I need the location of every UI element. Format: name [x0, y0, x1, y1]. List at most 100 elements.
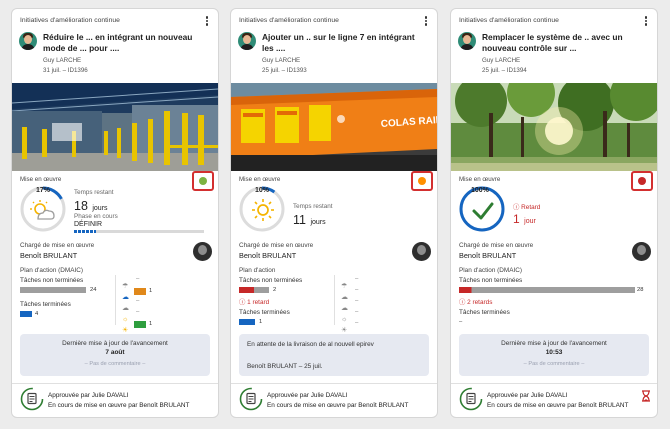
initiative-category: Initiatives d'amélioration continue	[459, 17, 559, 24]
non-term-label: Tâches non terminées	[459, 277, 523, 284]
approved-by: Approuvée par Julie DAVALI	[487, 392, 568, 399]
charge-name[interactable]: Benoît BRULANT	[459, 251, 516, 260]
responsible-avatar	[632, 242, 651, 261]
weather-breakdown: ☂ – ☁ – ☁ – ☼ – ☀ –	[341, 276, 359, 334]
last-update-box[interactable]: Dernière mise à jour de l'avancement 10:…	[459, 334, 649, 376]
time-remaining-label: Temps restant	[74, 189, 114, 196]
term-label: Tâches terminées	[459, 309, 510, 316]
status-indicator[interactable]	[411, 171, 433, 191]
non-term-label: Tâches non terminées	[239, 277, 303, 284]
green-flag	[134, 321, 146, 328]
charge-name[interactable]: Benoît BRULANT	[20, 251, 77, 260]
time-remaining-value: 11 jours	[293, 213, 326, 227]
initiative-title[interactable]: Réduire le ... en intégrant un nouveau m…	[43, 32, 208, 54]
update-title: Dernière mise à jour de l'avancement	[501, 340, 607, 347]
in-progress-by: En cours de mise en œuvre par Benoît BRU…	[487, 402, 629, 409]
divider	[334, 275, 335, 325]
update-text: En attente de la livraison de al nouvell…	[247, 341, 374, 348]
warning-icon: ⓘ	[459, 299, 466, 306]
term-count: –	[459, 319, 463, 325]
phase-label: Phase en cours	[74, 213, 118, 220]
mise-en-oeuvre-label: Mise en œuvre	[20, 176, 62, 183]
mise-en-oeuvre-label: Mise en œuvre	[459, 176, 501, 183]
non-term-count: 2	[273, 287, 277, 293]
update-by: Benoît BRULANT – 25 juil.	[247, 363, 323, 370]
time-remaining-label: Temps restant	[293, 203, 333, 210]
divider	[115, 275, 116, 325]
author-avatar	[458, 32, 476, 50]
author-name: Guy LARCHE	[482, 57, 521, 64]
status-indicator[interactable]	[192, 171, 214, 191]
author-name: Guy LARCHE	[262, 57, 301, 64]
author-name: Guy LARCHE	[43, 57, 82, 64]
author-avatar	[19, 32, 37, 50]
plan-label: Plan d'action (DMAIC)	[459, 267, 523, 274]
last-update-box[interactable]: En attente de la livraison de al nouvell…	[239, 334, 429, 376]
warning-icon: ⓘ	[239, 299, 246, 306]
approval-icon	[459, 387, 483, 411]
charge-label: Chargé de mise en œuvre	[20, 242, 95, 249]
sun-icon	[251, 198, 275, 222]
author-avatar	[238, 32, 256, 50]
plan-label: Plan d'action	[239, 267, 276, 274]
update-comment: – Pas de commentaire –	[523, 361, 585, 367]
update-comment: – Pas de commentaire –	[84, 361, 146, 367]
approval-icon	[239, 387, 263, 411]
plan-label: Plan d'action (DMAIC)	[20, 267, 84, 274]
divider	[231, 383, 437, 384]
retard-warning: ⓘ 1 retard	[239, 299, 270, 306]
weather-breakdown: ☂ – ☁ 1 ☁ – ☼ – ☀ 1	[122, 276, 153, 334]
charge-name[interactable]: Benoît BRULANT	[239, 251, 296, 260]
date-id: 25 juil. – ID1393	[262, 67, 307, 74]
term-label: Tâches terminées	[239, 309, 290, 316]
sun-small-icon: ☀	[122, 327, 129, 334]
initiative-card[interactable]: Initiatives d'amélioration continue Rédu…	[11, 8, 219, 418]
more-options-icon[interactable]	[421, 14, 431, 28]
hourglass-icon	[641, 389, 651, 402]
date-id: 31 juil. – ID1396	[43, 67, 88, 74]
responsible-avatar	[193, 242, 212, 261]
progress-percent: 10%	[255, 187, 270, 194]
last-update-box[interactable]: Dernière mise à jour de l'avancement 7 a…	[20, 334, 210, 376]
sun-small-icon: ☀	[341, 327, 348, 334]
more-options-icon[interactable]	[641, 14, 651, 28]
update-value: 10:53	[545, 349, 563, 356]
initiative-photo	[12, 83, 218, 171]
sun-cloud-icon	[30, 200, 56, 222]
term-bar	[239, 319, 255, 325]
update-title: Dernière mise à jour de l'avancement	[62, 340, 168, 347]
non-term-label: Tâches non terminées	[20, 277, 84, 284]
update-value: 7 août	[105, 349, 125, 356]
approval-icon	[20, 387, 44, 411]
orange-flag	[134, 288, 146, 295]
initiative-title[interactable]: Remplacer le système de .. avec un nouve…	[482, 32, 647, 54]
non-term-bar	[239, 287, 269, 293]
initiative-card[interactable]: Initiatives d'amélioration continue Remp…	[450, 8, 658, 418]
more-options-icon[interactable]	[202, 14, 212, 28]
phase-value: DÉFINIR	[74, 221, 102, 228]
term-count: 1	[259, 319, 263, 325]
initiative-category: Initiatives d'amélioration continue	[239, 17, 339, 24]
non-term-bar	[20, 287, 86, 293]
retard-warning: ⓘ 2 retards	[459, 299, 493, 306]
charge-label: Chargé de mise en œuvre	[459, 242, 534, 249]
progress-percent: 17%	[36, 187, 51, 194]
non-term-count: 28	[637, 287, 644, 293]
term-bar	[20, 311, 32, 317]
initiative-card[interactable]: Initiatives d'amélioration continue Ajou…	[230, 8, 438, 418]
date-id: 25 juil. – ID1394	[482, 67, 527, 74]
initiative-photo	[451, 83, 657, 171]
initiative-photo: COLAS RAIL	[231, 83, 437, 171]
check-icon	[471, 200, 495, 222]
divider	[451, 383, 657, 384]
retard-value: 1 jour	[513, 212, 536, 226]
charge-label: Chargé de mise en œuvre	[239, 242, 314, 249]
term-count: 4	[35, 311, 39, 317]
non-term-count: 24	[90, 287, 97, 293]
progress-percent: 100%	[471, 187, 489, 194]
approved-by: Approuvée par Julie DAVALI	[267, 392, 348, 399]
status-indicator[interactable]	[631, 171, 653, 191]
initiative-title[interactable]: Ajouter un .. sur le ligne 7 en intégran…	[262, 32, 427, 54]
responsible-avatar	[412, 242, 431, 261]
phase-progress-bar	[74, 230, 204, 233]
